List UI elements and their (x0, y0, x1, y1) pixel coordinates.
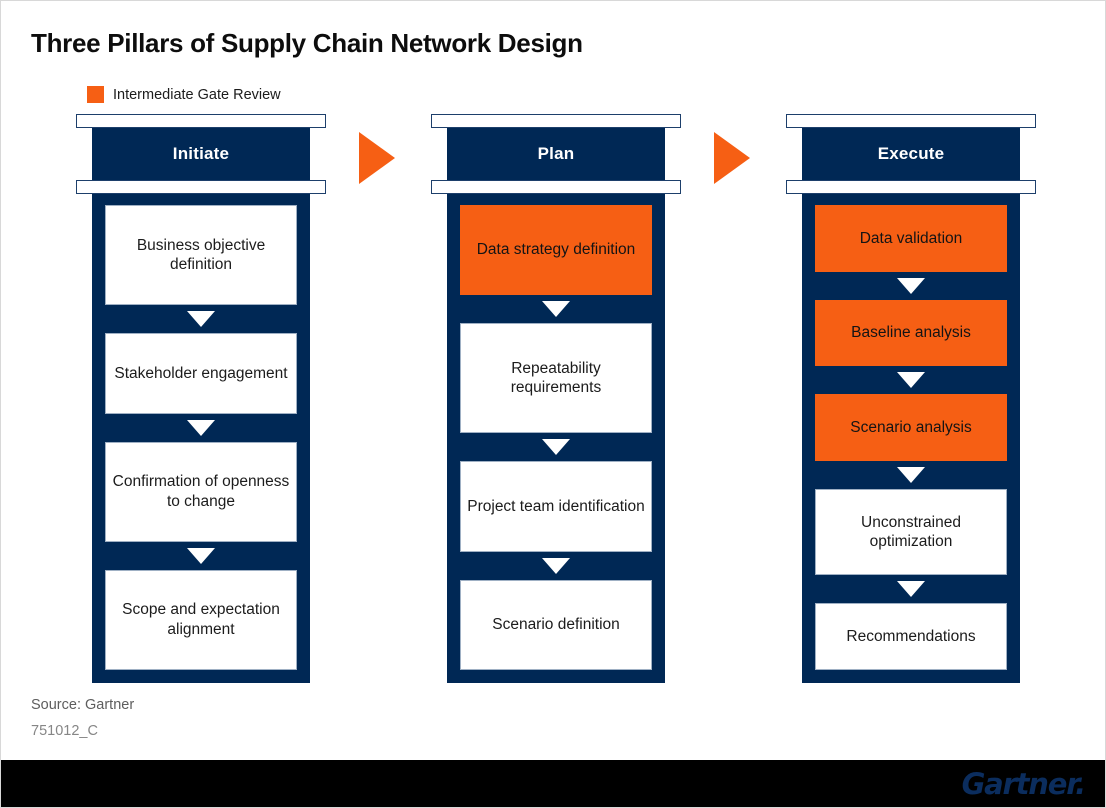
pillar-plan: Plan Data strategy definition Repeatabilit… (431, 114, 681, 683)
triangle-down-icon (187, 547, 215, 564)
initiate-to-plan-arrow (359, 132, 395, 184)
flow-down-arrow-icon (105, 414, 297, 442)
step-box-gate-review[interactable]: Data validation (815, 205, 1007, 272)
flow-down-arrow-icon (815, 366, 1007, 394)
triangle-down-icon (187, 311, 215, 328)
step-box[interactable]: Repeatability requirements (460, 323, 652, 434)
step-box-gate-review[interactable]: Baseline analysis (815, 299, 1007, 367)
figure-id: 751012_C (31, 723, 98, 739)
pillars-container: Initiate Business objective definition Sta… (1, 114, 1105, 689)
triangle-down-icon (187, 419, 215, 436)
legend-swatch-gate-review-icon (87, 86, 104, 103)
flow-down-arrow-icon (460, 552, 652, 580)
step-box[interactable]: Project team identification (460, 461, 652, 552)
plan-to-execute-arrow (714, 132, 750, 184)
triangle-down-icon (542, 301, 570, 318)
step-box[interactable]: Business objective definition (105, 205, 297, 306)
slide-canvas: Three Pillars of Supply Chain Network De… (0, 0, 1106, 808)
pillar-execute: Execute Data validation Baseline analysis S… (786, 114, 1036, 683)
pillar-step-list: Data validation Baseline analysis Scenario… (802, 194, 1020, 683)
flow-down-arrow-icon (460, 433, 652, 461)
step-box[interactable]: Scenario definition (460, 579, 652, 671)
triangle-down-icon (542, 557, 570, 574)
pillar-header-label: Initiate (172, 144, 230, 163)
pillar-step-list: Data strategy definition Repeatability re… (447, 194, 665, 683)
pillar-top-cap (431, 114, 681, 128)
pillar-initiate: Initiate Business objective definition Sta… (76, 114, 326, 683)
step-box[interactable]: Recommendations (815, 603, 1007, 671)
triangle-down-icon (897, 467, 925, 484)
flow-down-arrow-icon (815, 461, 1007, 489)
legend-label: Intermediate Gate Review (113, 86, 281, 103)
step-box[interactable]: Confirmation of openness to change (105, 441, 297, 542)
step-box[interactable]: Unconstrained optimization (815, 489, 1007, 576)
flow-down-arrow-icon (815, 272, 1007, 300)
triangle-down-icon (897, 277, 925, 294)
step-box-gate-review[interactable]: Scenario analysis (815, 394, 1007, 462)
pillar-header-label: Execute (877, 144, 945, 163)
step-box[interactable]: Stakeholder engagement (105, 333, 297, 414)
flow-down-arrow-icon (105, 305, 297, 333)
flow-down-arrow-icon (105, 542, 297, 570)
pillar-top-cap (76, 114, 326, 128)
source-note: Source: Gartner (31, 697, 135, 713)
pillar-header-label: Plan (537, 144, 575, 163)
flow-down-arrow-icon (815, 575, 1007, 603)
triangle-down-icon (542, 439, 570, 456)
step-box-gate-review[interactable]: Data strategy definition (460, 205, 652, 296)
triangle-down-icon (897, 372, 925, 389)
step-box[interactable]: Scope and expectation alignment (105, 569, 297, 670)
pillar-mid-cap (786, 180, 1036, 194)
pillar-top-cap (786, 114, 1036, 128)
pillar-mid-cap (431, 180, 681, 194)
triangle-down-icon (897, 581, 925, 598)
page-title: Three Pillars of Supply Chain Network De… (31, 28, 583, 58)
pillar-step-list: Business objective definition Stakeholder… (92, 194, 310, 683)
legend: Intermediate Gate Review (87, 86, 281, 103)
pillar-mid-cap (76, 180, 326, 194)
flow-down-arrow-icon (460, 295, 652, 323)
gartner-logo: Gartner. (961, 766, 1087, 801)
footer-bar: Gartner. (1, 760, 1105, 807)
